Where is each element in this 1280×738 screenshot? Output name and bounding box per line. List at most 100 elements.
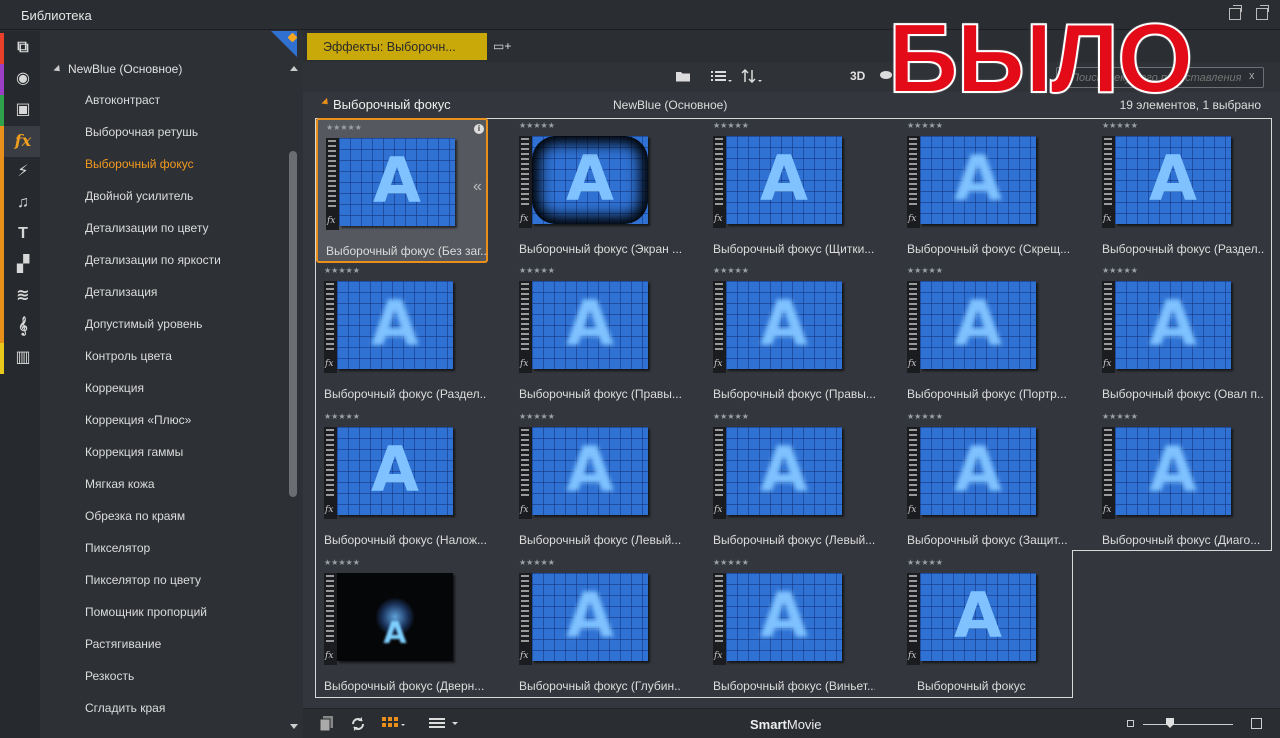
rating-stars[interactable]: ★★★★★ [519, 121, 555, 130]
tree-item[interactable]: Обрезка по краям [85, 509, 185, 523]
tree-item[interactable]: Коррекция «Плюс» [85, 413, 191, 427]
category-layers[interactable]: ≋ [0, 281, 40, 312]
effect-item[interactable]: ★★★★★ fx A Выборочный фокус (Портр... [899, 263, 1071, 408]
tree-item[interactable]: Резкость [85, 669, 134, 683]
category-transition[interactable]: ⚡ [0, 157, 40, 188]
rating-stars[interactable]: ★★★★★ [519, 412, 555, 421]
rating-stars[interactable]: ★★★★★ [519, 266, 555, 275]
category-audio-effect[interactable]: 𝄞 [0, 312, 40, 343]
scroll-up-icon[interactable] [290, 66, 298, 71]
category-montage[interactable]: ▞ [0, 250, 40, 281]
effect-item[interactable]: ★★★★★ fx A Выборочный фокус (Налож... [316, 409, 488, 554]
effect-item[interactable]: ★★★★★ fx Ai « Выборочный фокус (Без заг... [316, 118, 488, 263]
tree-item[interactable]: Автоконтраст [85, 93, 160, 107]
tree-item[interactable]: Помощник пропорций [85, 605, 207, 619]
tree-item[interactable]: Двойной усилитель [85, 189, 193, 203]
effect-item[interactable]: ★★★★★ fx A Выборочный фокус (Диаго... [1094, 409, 1266, 554]
category-photos[interactable]: ▣ [0, 95, 40, 126]
category-projects[interactable]: ⧉ [0, 33, 40, 64]
tree-item[interactable]: Коррекция гаммы [85, 445, 183, 459]
tree-item[interactable]: Сгладить края [85, 701, 165, 715]
scroll-down-icon[interactable] [290, 724, 298, 729]
tree-item[interactable]: Контроль цвета [85, 349, 172, 363]
effect-item[interactable]: ★★★★★ fx A Выборочный фокус (Правы... [705, 263, 877, 408]
rating-stars[interactable]: ★★★★★ [324, 266, 360, 275]
tree-item[interactable]: Выборочный фокус [85, 157, 194, 171]
effect-item[interactable]: ★★★★★ fx A Выборочный фокус (Раздел... [1094, 118, 1266, 263]
tab-effects[interactable]: Эффекты: Выборочн... [307, 33, 487, 60]
tree-scrollbar[interactable] [289, 151, 297, 497]
collapse-arrow-icon[interactable] [53, 65, 63, 75]
add-tab-icon[interactable]: ▭+ [493, 39, 511, 53]
tree-item[interactable]: Допустимый уровень [85, 317, 202, 331]
tree-root[interactable]: NewBlue (Основное) [53, 62, 182, 76]
tree-item[interactable]: Детализации по цвету [85, 221, 208, 235]
rating-stars[interactable]: ★★★★★ [324, 412, 360, 421]
zoom-large-icon[interactable] [1251, 718, 1262, 729]
effect-item[interactable]: ★★★★★ fx A Выборочный фокус (Глубин... [511, 555, 683, 700]
zoom-small-icon[interactable] [1127, 720, 1134, 727]
effect-item[interactable]: ★★★★★ fx A Выборочный фокус (Дверн... [316, 555, 488, 700]
rating-stars[interactable]: ★★★★★ [713, 121, 749, 130]
tree-item[interactable]: Пикселятор [85, 541, 150, 555]
rating-stars[interactable]: ★★★★★ [324, 558, 360, 567]
zoom-knob[interactable] [1166, 718, 1174, 728]
effect-item[interactable]: ★★★★★ fx A Выборочный фокус (Овал п... [1094, 263, 1266, 408]
zoom-slider[interactable] [1123, 718, 1263, 730]
details-view-icon[interactable] [429, 716, 461, 733]
info-icon[interactable]: i [474, 124, 484, 134]
expand-chevron-icon[interactable]: « [473, 178, 482, 196]
detach-window-icon[interactable] [1256, 5, 1269, 20]
rating-stars[interactable]: ★★★★★ [326, 123, 362, 132]
rating-stars[interactable]: ★★★★★ [907, 558, 943, 567]
tree-item[interactable]: Детализация [85, 285, 157, 299]
category-title[interactable]: T [0, 219, 40, 250]
category-film-reel[interactable]: ◉ [0, 64, 40, 95]
rating-stars[interactable]: ★★★★★ [519, 558, 555, 567]
effect-item[interactable]: ★★★★★ fx A Выборочный фокус (Левый... [705, 409, 877, 554]
fx-badge-icon: fx [714, 505, 723, 515]
sort-icon[interactable] [741, 68, 763, 86]
rating-stars[interactable]: ★★★★★ [713, 412, 749, 421]
rating-stars[interactable]: ★★★★★ [1102, 266, 1138, 275]
list-view-icon[interactable] [711, 69, 733, 86]
effect-item[interactable]: ★★★★★ fx A Выборочный фокус (Виньет... [705, 555, 877, 700]
rating-stars[interactable]: ★★★★★ [907, 121, 943, 130]
effect-item[interactable]: ★★★★★ fx A Выборочный фокус (Защит... [899, 409, 1071, 554]
category-fx[interactable]: fx [0, 126, 40, 157]
rating-stars[interactable]: ★★★★★ [1102, 121, 1138, 130]
clear-search-icon[interactable]: x [1249, 70, 1255, 82]
3d-filter-button[interactable]: 3D [850, 69, 865, 83]
effect-item[interactable]: ★★★★★ fx A Выборочный фокус (Раздел... [316, 263, 488, 408]
effect-item[interactable]: ★★★★★ fx A Выборочный фокус (Скрещ... [899, 118, 1071, 263]
effect-thumbnail: A [726, 573, 842, 661]
effect-thumbnail: A [532, 573, 648, 661]
rating-stars[interactable]: ★★★★★ [713, 558, 749, 567]
rating-stars[interactable]: ★★★★★ [1102, 412, 1138, 421]
category-music[interactable]: ♫ [0, 188, 40, 219]
restore-window-icon[interactable] [1229, 5, 1242, 20]
tree-item[interactable]: Выборочная ретушь [85, 125, 198, 139]
copy-icon[interactable] [319, 716, 334, 735]
effect-item[interactable]: ★★★★★ fx A Выборочный фокус [899, 555, 1071, 700]
tree-item[interactable]: Пикселятор по цвету [85, 573, 201, 587]
rating-stars[interactable]: ★★★★★ [907, 266, 943, 275]
fx-badge-icon: fx [520, 505, 529, 515]
effect-item[interactable]: ★★★★★ fx A Выборочный фокус (Экран ... [511, 118, 683, 263]
effect-item[interactable]: ★★★★★ fx A Выборочный фокус (Правы... [511, 263, 683, 408]
smartmovie-button[interactable]: SmartMovie [750, 717, 822, 732]
tree-item[interactable]: Мягкая кожа [85, 477, 155, 491]
group-collapse-icon[interactable] [321, 97, 331, 108]
effect-item[interactable]: ★★★★★ fx A Выборочный фокус (Щитки... [705, 118, 877, 263]
folder-icon[interactable] [675, 69, 691, 86]
grid-view-icon[interactable] [382, 716, 406, 733]
rating-stars[interactable]: ★★★★★ [713, 266, 749, 275]
tree-item[interactable]: Коррекция [85, 381, 144, 395]
tree-item[interactable]: Растягивание [85, 637, 161, 651]
effect-item[interactable]: ★★★★★ fx A Выборочный фокус (Левый... [511, 409, 683, 554]
tree-item[interactable]: Детализации по яркости [85, 253, 221, 267]
zoom-track[interactable] [1143, 724, 1233, 725]
category-piano[interactable]: ▥ [0, 343, 40, 374]
sync-icon[interactable] [350, 716, 366, 735]
rating-stars[interactable]: ★★★★★ [907, 412, 943, 421]
